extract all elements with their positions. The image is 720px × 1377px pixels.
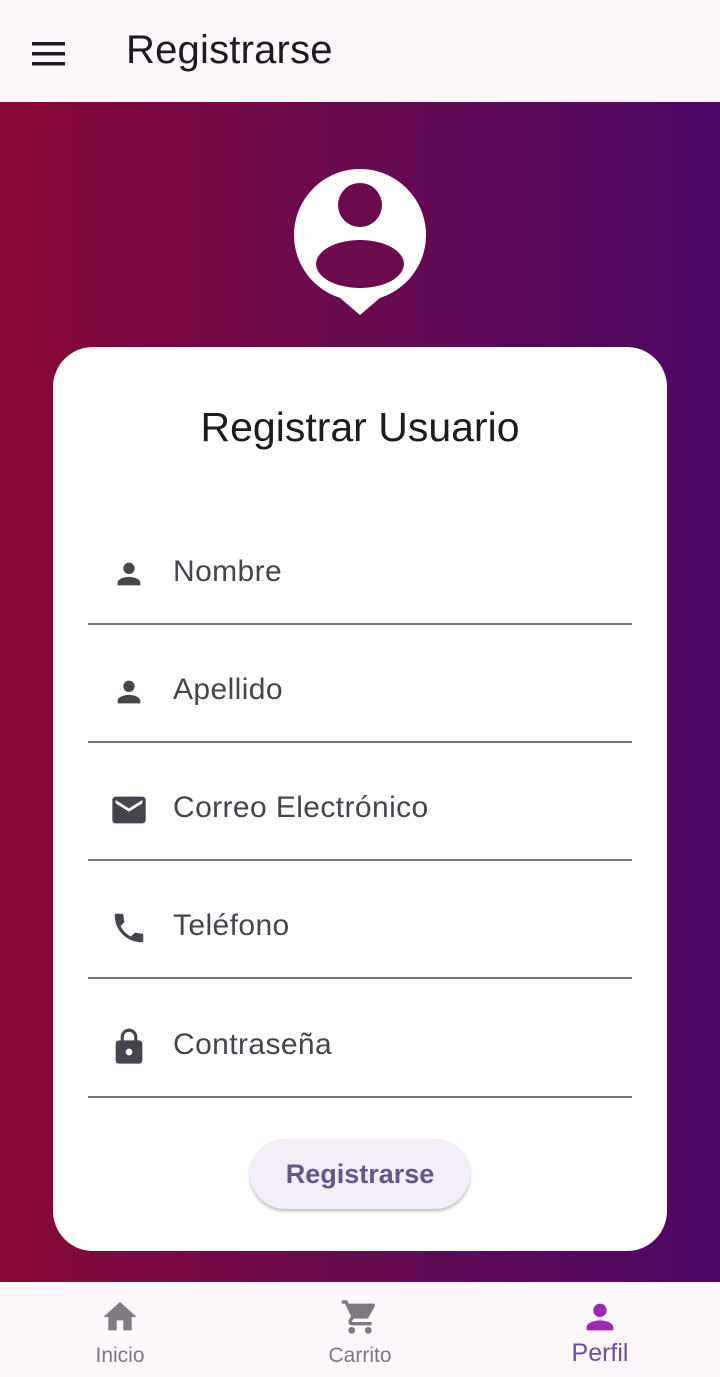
account-circle-icon [294,169,426,315]
register-button[interactable]: Registrarse [250,1139,470,1209]
cart-icon [341,1300,376,1334]
bottom-nav: Inicio Carrito Perfil [0,1282,720,1377]
nombre-placeholder: Nombre [173,555,283,588]
nav-label-inicio: Inicio [95,1344,145,1367]
email-field[interactable]: Correo Electrónico [88,743,632,861]
person-icon [586,1303,614,1331]
home-icon [103,1302,137,1331]
nav-label-perfil: Perfil [571,1339,629,1367]
menu-button[interactable] [22,27,76,81]
apellido-field[interactable]: Apellido [88,625,632,743]
phone-placeholder: Teléfono [173,909,290,942]
password-placeholder: Contraseña [173,1028,333,1061]
nav-item-carrito[interactable]: Carrito [240,1282,480,1377]
phone-field[interactable]: Teléfono [88,861,632,979]
menu-icon [32,42,65,66]
person-icon [108,671,150,713]
nav-item-perfil[interactable]: Perfil [480,1282,720,1377]
lock-icon [108,1026,150,1068]
email-icon [108,789,150,831]
apellido-placeholder: Apellido [173,673,283,706]
email-placeholder: Correo Electrónico [173,791,429,824]
nav-item-inicio[interactable]: Inicio [0,1282,240,1377]
person-icon [108,553,150,595]
nombre-field[interactable]: Nombre [88,507,632,625]
phone-icon [108,907,150,949]
page-title: Registrarse [126,28,333,72]
password-field[interactable]: Contraseña [88,980,632,1098]
nav-label-carrito: Carrito [328,1344,392,1367]
app-bar: Registrarse [0,0,720,102]
form-title: Registrar Usuario [200,404,520,450]
